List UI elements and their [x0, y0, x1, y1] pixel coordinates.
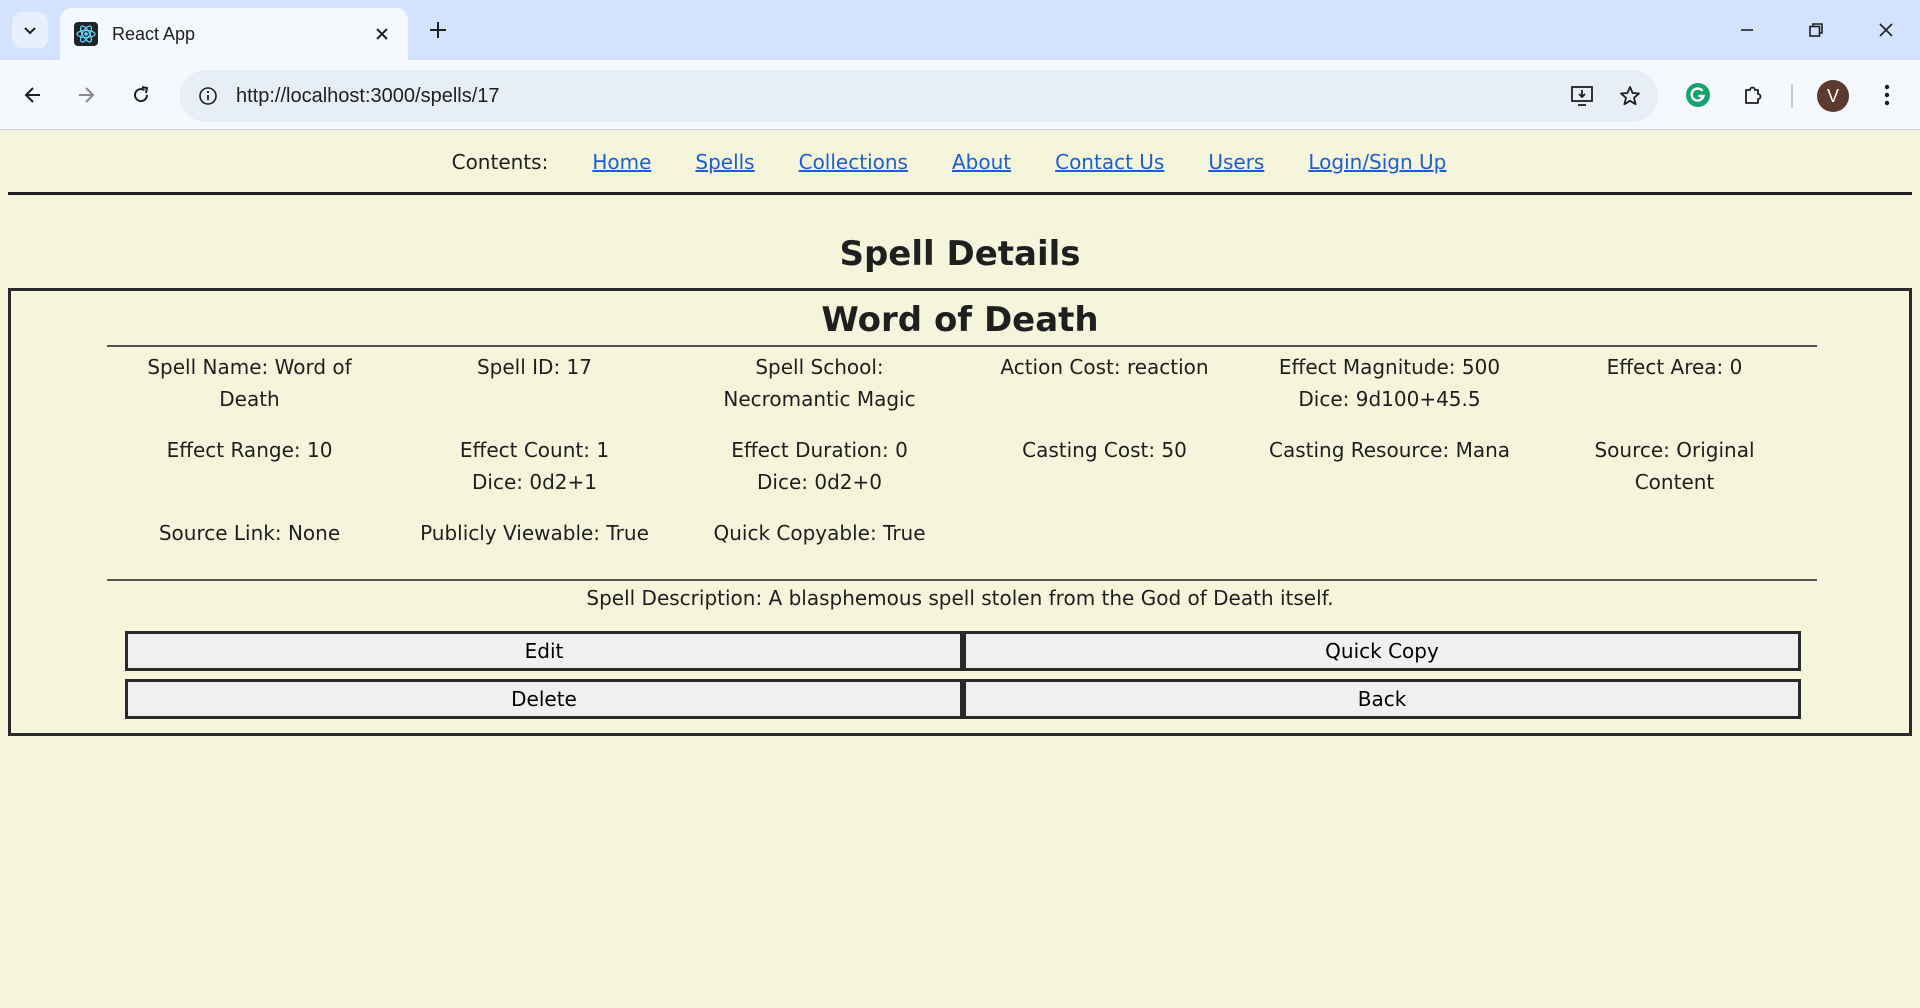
nav-link-login-signup[interactable]: Login/Sign Up	[1308, 150, 1446, 174]
page-content: Contents: Home Spells Collections About …	[0, 130, 1920, 1008]
reload-button[interactable]	[121, 75, 161, 115]
field-effect-duration: Effect Duration: 0 Dice: 0d2+0	[731, 438, 908, 494]
spell-attributes-grid: Spell Name: Word of Death Spell ID: 17 S…	[107, 351, 1817, 549]
plus-icon	[430, 22, 446, 38]
tab-strip: React App	[0, 0, 1920, 60]
minimize-icon	[1741, 29, 1753, 31]
edit-button[interactable]: Edit	[125, 631, 963, 671]
field-casting-cost: Casting Cost: 50	[1022, 438, 1187, 462]
field-spell-id: Spell ID: 17	[476, 355, 592, 379]
new-tab-button[interactable]	[422, 14, 454, 46]
field-source: Source: Original Content	[1594, 438, 1755, 494]
spell-description: Spell Description: A blasphemous spell s…	[586, 586, 1334, 610]
field-spell-school: Spell School: Necromantic Magic	[723, 355, 916, 411]
extensions-puzzle-icon[interactable]	[1733, 75, 1773, 115]
react-logo-icon	[74, 22, 98, 46]
spell-card: Word of Death Spell Name: Word of Death …	[8, 288, 1912, 736]
toolbar-divider	[1791, 84, 1793, 108]
close-icon	[1879, 23, 1893, 37]
field-publicly-viewable: Publicly Viewable: True	[420, 521, 649, 545]
restore-icon	[1809, 23, 1823, 37]
arrow-right-icon	[79, 87, 95, 103]
quick-copy-button[interactable]: Quick Copy	[963, 631, 1801, 671]
field-spell-name: Spell Name: Word of Death	[147, 355, 352, 411]
arrow-left-icon	[24, 87, 40, 103]
description-divider	[107, 579, 1817, 581]
restore-button[interactable]	[1794, 8, 1838, 52]
close-window-button[interactable]	[1864, 8, 1908, 52]
nav-link-about[interactable]: About	[952, 150, 1011, 174]
reload-icon	[134, 86, 149, 103]
field-effect-range: Effect Range: 10	[166, 438, 333, 462]
tab-search-button[interactable]	[12, 12, 48, 48]
field-source-link: Source Link: None	[158, 521, 341, 545]
title-divider	[107, 345, 1817, 347]
chevron-down-icon	[24, 27, 36, 35]
nav-link-contact-us[interactable]: Contact Us	[1055, 150, 1164, 174]
field-effect-area: Effect Area: 0	[1606, 355, 1743, 379]
spell-title: Word of Death	[821, 300, 1099, 340]
field-effect-magnitude: Effect Magnitude: 500 Dice: 9d100+45.5	[1278, 355, 1501, 411]
field-casting-resource: Casting Resource: Mana	[1268, 438, 1511, 462]
install-app-icon[interactable]	[1562, 76, 1602, 116]
nav-divider	[8, 192, 1912, 195]
close-tab-icon[interactable]	[370, 22, 394, 46]
tab-title: React App	[112, 23, 196, 44]
site-info-icon[interactable]	[188, 76, 228, 116]
field-quick-copyable: Quick Copyable: True	[713, 521, 926, 545]
action-buttons: Edit Quick Copy Delete Back	[125, 631, 1801, 719]
field-effect-count: Effect Count: 1 Dice: 0d2+1	[459, 438, 610, 494]
bookmark-star-icon[interactable]	[1610, 76, 1650, 116]
page-title: Spell Details	[839, 234, 1081, 274]
profile-avatar[interactable]: V	[1817, 80, 1849, 112]
url-text[interactable]: http://localhost:3000/spells/17	[236, 85, 1562, 108]
nav-label: Contents:	[451, 150, 549, 174]
nav-link-spells[interactable]: Spells	[695, 150, 754, 174]
field-action-cost: Action Cost: reaction	[1000, 355, 1209, 379]
back-nav-button[interactable]	[13, 75, 53, 115]
address-bar[interactable]: http://localhost:3000/spells/17	[180, 70, 1658, 122]
site-nav: Contents: Home Spells Collections About …	[0, 130, 1920, 192]
nav-link-home[interactable]: Home	[592, 150, 651, 174]
browser-toolbar: http://localhost:3000/spells/17	[0, 60, 1920, 130]
browser-menu-icon[interactable]	[1867, 75, 1907, 115]
minimize-button[interactable]	[1725, 8, 1769, 52]
active-tab[interactable]: React App	[60, 8, 408, 60]
grammarly-icon[interactable]	[1678, 75, 1718, 115]
nav-link-collections[interactable]: Collections	[799, 150, 908, 174]
forward-nav-button[interactable]	[66, 75, 106, 115]
delete-button[interactable]: Delete	[125, 679, 963, 719]
back-button[interactable]: Back	[963, 679, 1801, 719]
nav-link-users[interactable]: Users	[1208, 150, 1264, 174]
